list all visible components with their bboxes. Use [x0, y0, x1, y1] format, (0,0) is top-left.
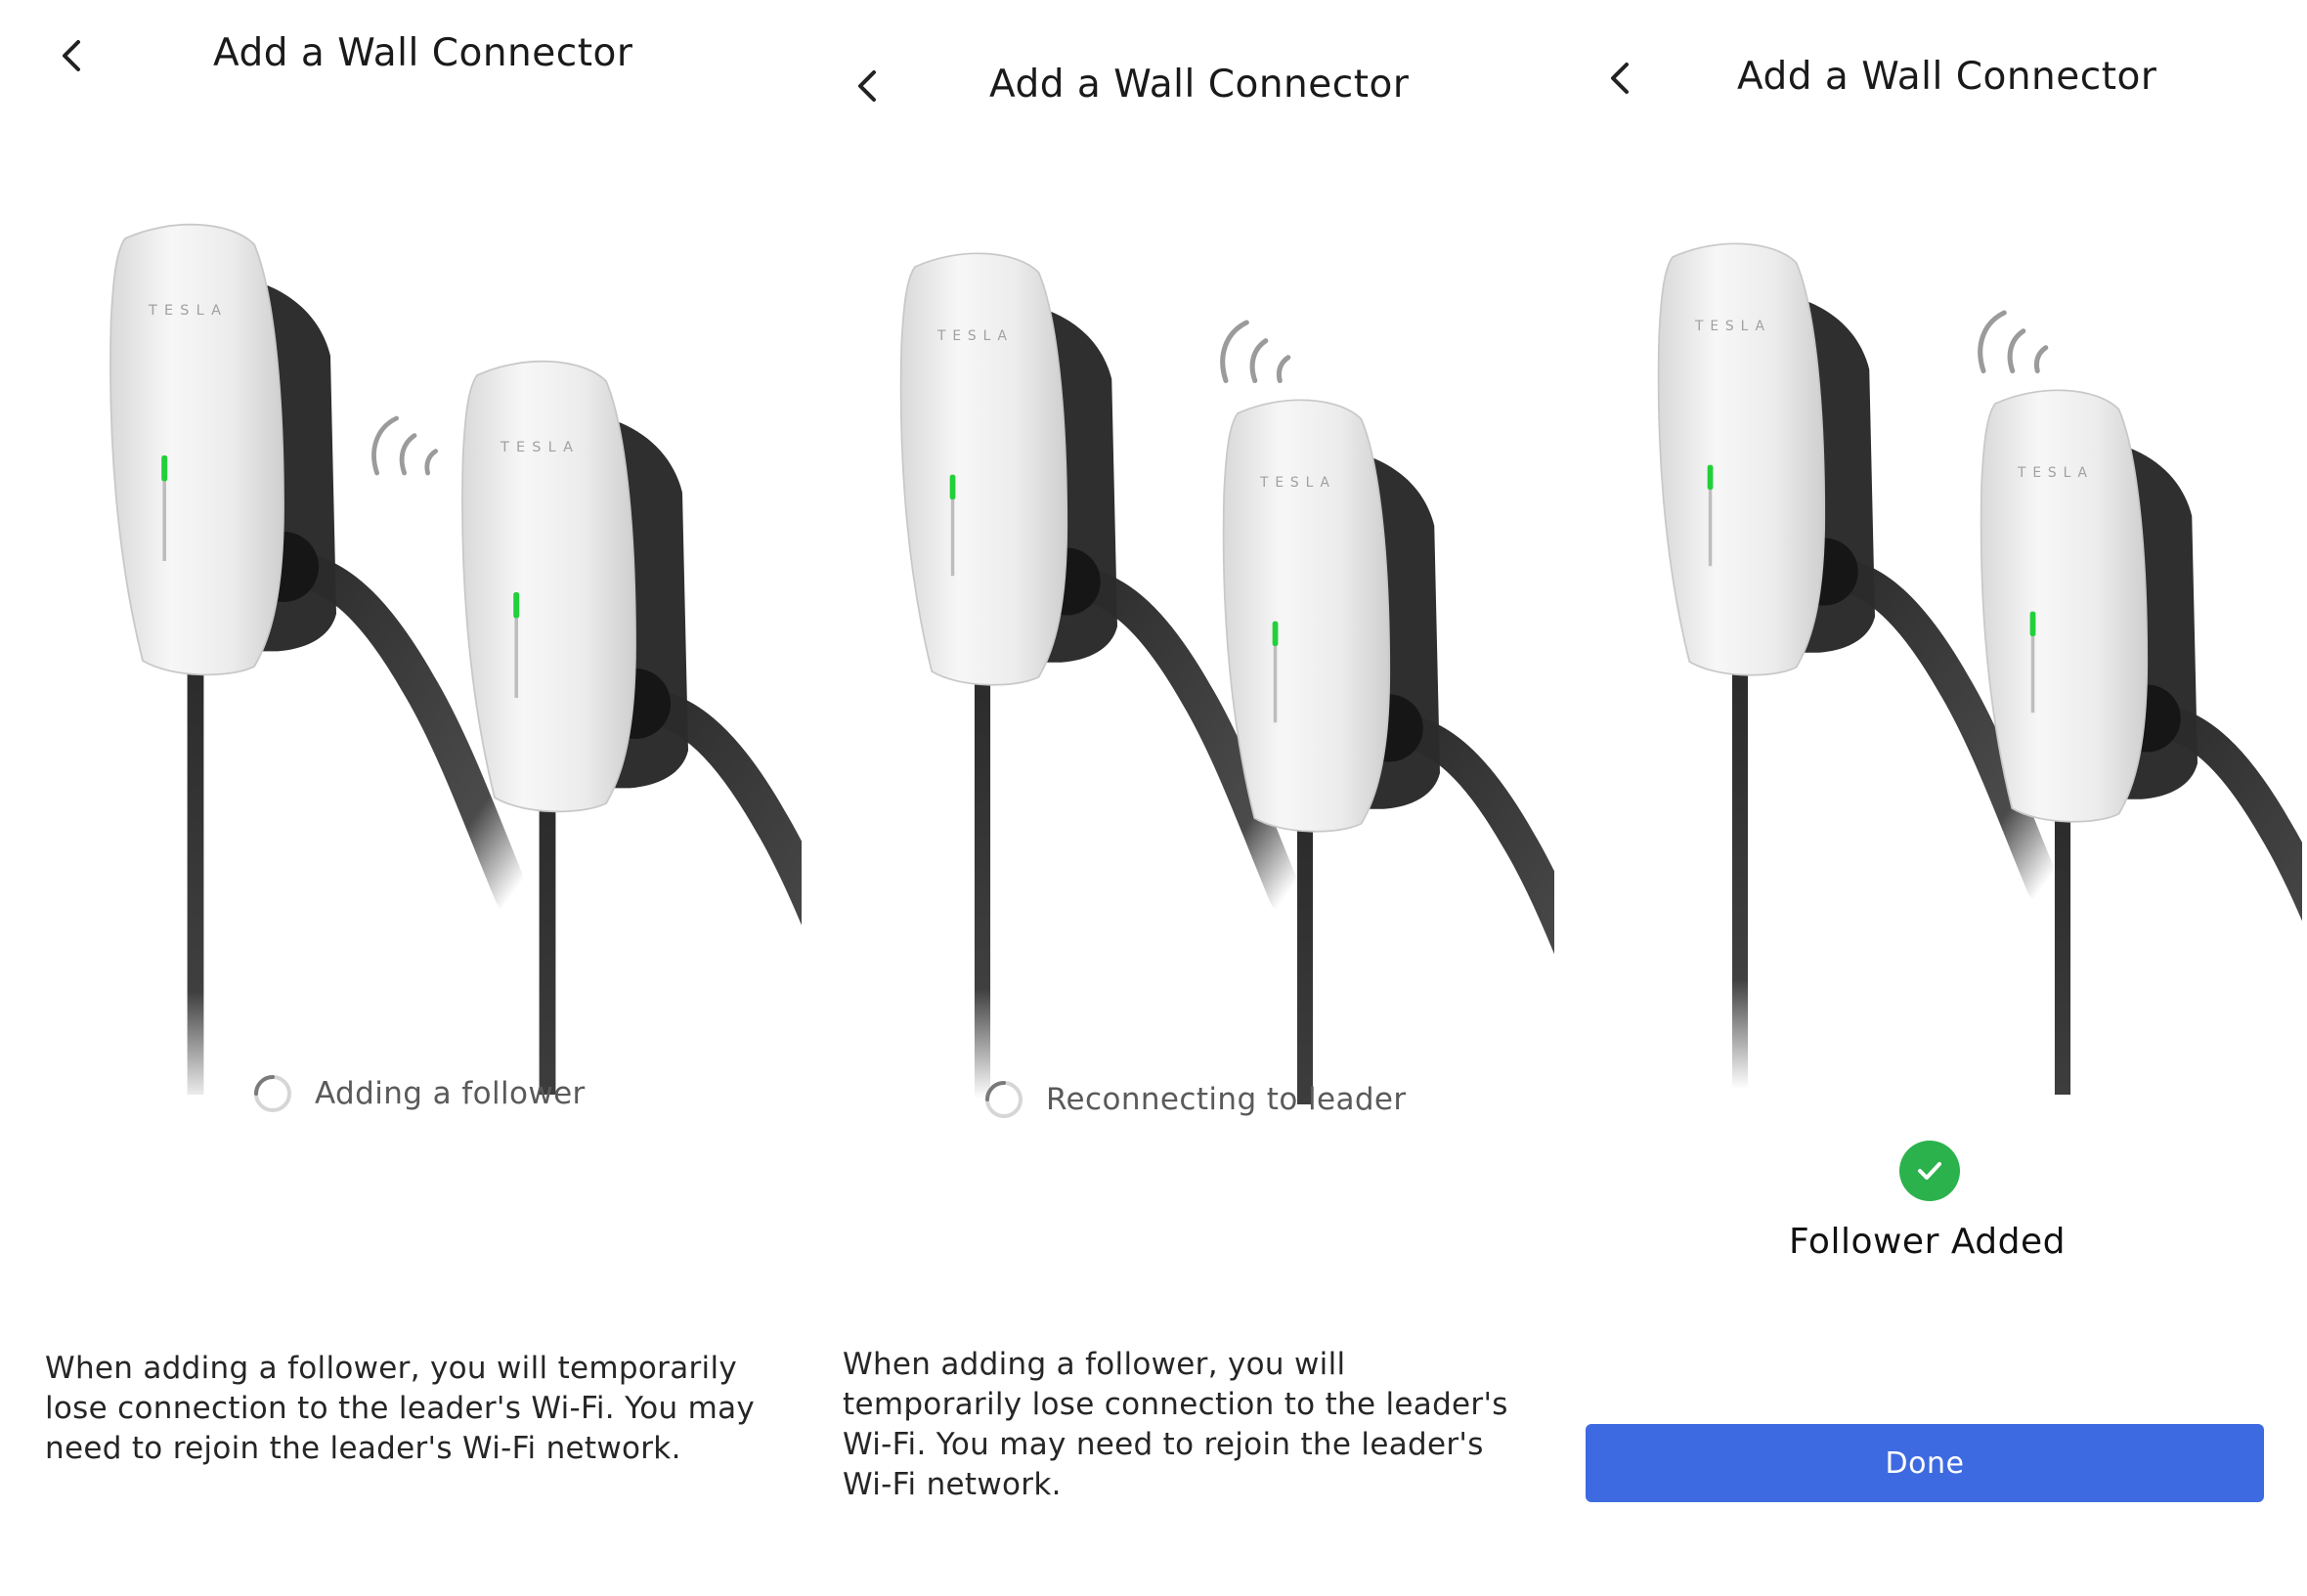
panel-reconnecting: Add a Wall Connector Reconnecting to lea…	[802, 0, 1545, 1596]
done-button[interactable]: Done	[1586, 1424, 2264, 1502]
panel-follower-added: Add a Wall Connector Follower Added Done	[1545, 0, 2307, 1596]
chevron-left-icon[interactable]	[845, 63, 892, 109]
wall-connector-illustration	[78, 215, 802, 1095]
result-text: Follower Added	[1789, 1222, 2067, 1262]
wall-connector-illustration	[870, 244, 1554, 1104]
chevron-left-icon[interactable]	[49, 32, 96, 79]
loading-spinner-icon	[985, 1081, 1023, 1118]
panel-adding-follower: Add a Wall Connector Adding a follower W…	[0, 0, 802, 1596]
checkmark-circle-icon	[1899, 1141, 1960, 1201]
status-adding: Adding a follower	[252, 1073, 586, 1114]
loading-spinner-icon	[254, 1075, 291, 1112]
page-title: Add a Wall Connector	[989, 63, 1410, 107]
info-description: When adding a follower, you will tempora…	[843, 1347, 1508, 1502]
status-reconnecting: Reconnecting to leader	[983, 1079, 1407, 1120]
chevron-left-icon[interactable]	[1597, 55, 1644, 102]
status-text: Reconnecting to leader	[1046, 1082, 1407, 1117]
page-title: Add a Wall Connector	[213, 31, 633, 75]
page-title: Add a Wall Connector	[1737, 55, 2157, 99]
info-description: When adding a follower, you will tempora…	[45, 1351, 756, 1466]
wall-connector-illustration	[1628, 235, 2302, 1095]
status-text: Adding a follower	[315, 1076, 586, 1111]
